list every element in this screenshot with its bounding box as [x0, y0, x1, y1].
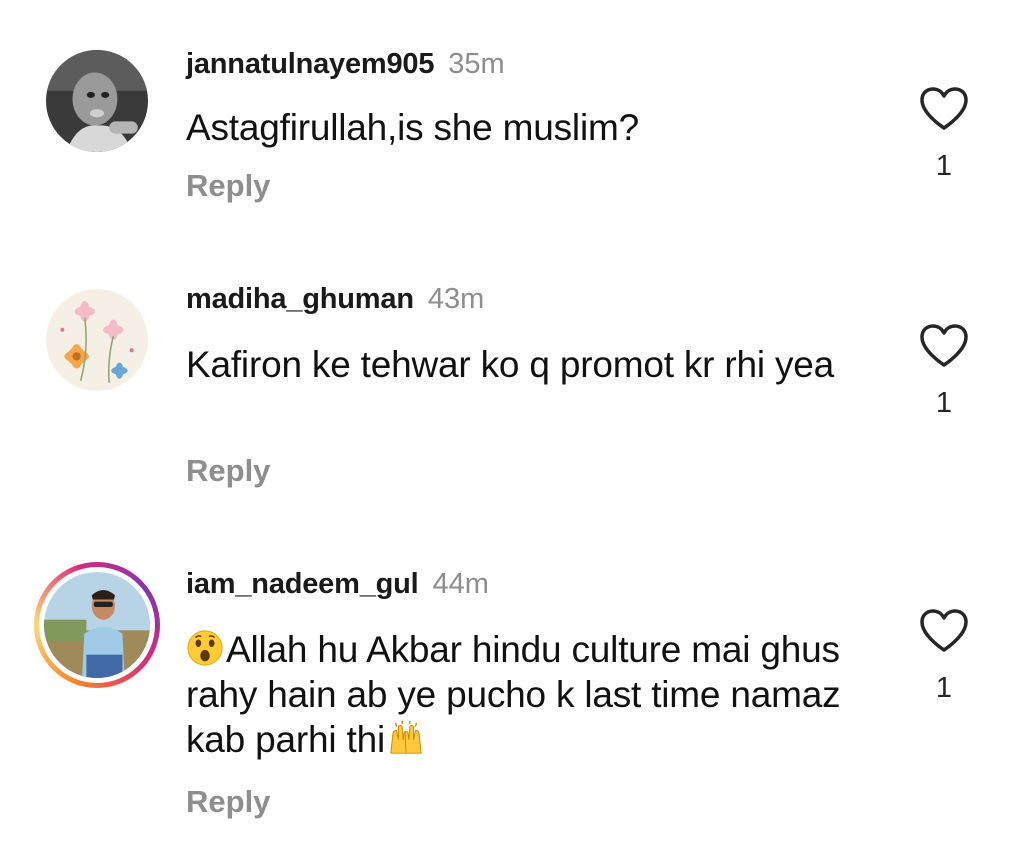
flowers-avatar-icon	[46, 289, 148, 391]
child-photo-avatar-icon	[46, 50, 148, 152]
user-avatar[interactable]	[46, 289, 148, 391]
user-avatar[interactable]	[46, 50, 148, 152]
like-count: 1	[935, 672, 953, 704]
username[interactable]: jannatulnayem905	[186, 48, 434, 81]
user-avatar[interactable]	[44, 572, 150, 678]
like-count: 1	[935, 150, 953, 182]
like-button[interactable]	[918, 608, 970, 654]
heart-icon	[920, 324, 968, 367]
comment-text: Astagfirullah,is she muslim?	[186, 107, 639, 148]
surprised-face-emoji	[186, 629, 224, 667]
timestamp: 35m	[448, 48, 505, 80]
timestamp: 43m	[427, 283, 485, 315]
like-button[interactable]	[918, 86, 970, 132]
raising-hands-emoji	[387, 719, 425, 757]
timestamp: 44m	[432, 568, 489, 600]
story-ring[interactable]	[34, 562, 160, 688]
comment-text: Kafiron ke tehwar ko q promot kr rhi yea	[186, 344, 835, 385]
comment-header: jannatulnayem905 35m	[186, 48, 505, 88]
username[interactable]: iam_nadeem_gul	[186, 568, 419, 601]
comment-header: iam_nadeem_gul 44m	[186, 568, 489, 608]
man-photo-avatar-icon	[44, 572, 150, 678]
comment-text: Allah hu Akbar hindu culture mai ghus ra…	[186, 627, 886, 762]
reply-button[interactable]: Reply	[186, 784, 270, 820]
like-count: 1	[935, 387, 953, 419]
comment-header: madiha_ghuman 43m	[186, 283, 484, 323]
reply-button[interactable]: Reply	[186, 168, 270, 204]
heart-icon	[920, 87, 968, 130]
like-button[interactable]	[918, 323, 970, 369]
comment-text-body: Allah hu Akbar hindu culture mai ghus ra…	[186, 629, 841, 760]
username[interactable]: madiha_ghuman	[186, 283, 414, 316]
reply-button[interactable]: Reply	[186, 453, 270, 489]
heart-icon	[920, 609, 968, 652]
